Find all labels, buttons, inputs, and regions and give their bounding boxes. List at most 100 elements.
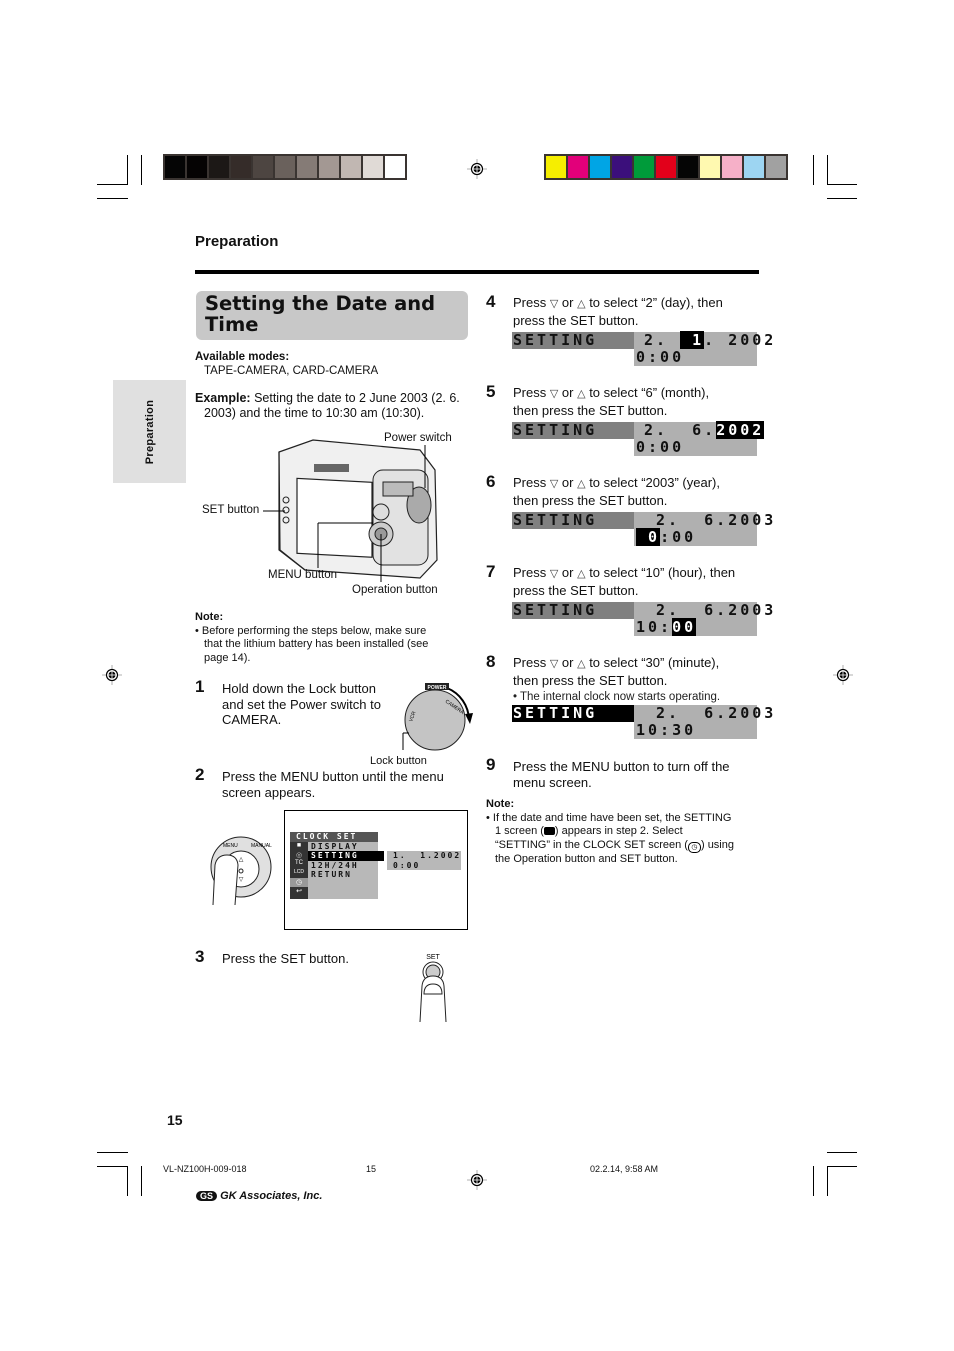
svg-text:△: △ bbox=[239, 857, 244, 863]
footer-page: 15 bbox=[366, 1164, 377, 1174]
menu-item-return[interactable]: RETURN bbox=[308, 870, 378, 879]
set-label: SET bbox=[426, 954, 440, 961]
menu-items: DISPLAY SETTING 12H/24H RETURN bbox=[308, 842, 384, 899]
lcd-setting-label: SETTING bbox=[512, 601, 634, 619]
side-tab-label: Preparation bbox=[143, 399, 156, 464]
color-swatch bbox=[678, 156, 698, 178]
example-label: Example: bbox=[195, 391, 251, 405]
color-swatch bbox=[744, 156, 764, 178]
color-swatch-bar bbox=[544, 154, 788, 180]
lcd-date-time: 2. 6.2003 10:00 bbox=[634, 601, 773, 636]
color-swatch bbox=[590, 156, 610, 178]
lcd-date-time: 2. 6.2003 0:00 bbox=[634, 511, 773, 546]
color-swatch bbox=[634, 156, 654, 178]
note-already-set: Note: • If the date and time have been s… bbox=[486, 798, 734, 865]
camera-icon: ■ bbox=[296, 842, 302, 849]
lcd-setting-label: SETTING bbox=[512, 511, 634, 529]
step-2-text: Press the MENU button until the menu scre… bbox=[222, 769, 444, 800]
page-title-box: Setting the Date and Time bbox=[196, 291, 468, 340]
setting-lcd-display: SETTING 2. 6.2003 0:00 bbox=[512, 511, 773, 546]
camera-icon bbox=[543, 827, 555, 835]
color-swatch bbox=[546, 156, 566, 178]
menu-item-display[interactable]: DISPLAY bbox=[308, 842, 378, 851]
registration-mark-icon bbox=[833, 665, 853, 685]
setting-lcd-display: SETTING 2. 6.2003 10:30 bbox=[512, 704, 773, 739]
clock-icon: ◷ bbox=[687, 841, 701, 853]
lcd-date-time: 2. 6.2003 10:30 bbox=[634, 704, 773, 739]
gray-swatch bbox=[253, 156, 273, 178]
lcd-icon: LCD bbox=[293, 869, 304, 875]
modes-value: TAPE-CAMERA, CARD-CAMERA bbox=[204, 364, 379, 377]
gray-swatch bbox=[341, 156, 361, 178]
operation-dial-illustration: △ ▽ MENU MANUAL bbox=[210, 836, 272, 906]
footer-company: GS GK Associates, Inc. bbox=[196, 1190, 322, 1202]
gray-swatch bbox=[275, 156, 295, 178]
step-3-text: Press the SET button. bbox=[222, 951, 349, 966]
step-9-text: Press the MENU button to turn off the men… bbox=[513, 759, 730, 790]
gray-swatch bbox=[297, 156, 317, 178]
setting-lcd-display: SETTING 2. 6.2002 0:00 bbox=[512, 421, 765, 456]
step-number: 8 bbox=[486, 652, 496, 671]
up-arrow-icon: △ bbox=[577, 568, 586, 580]
gray-swatch bbox=[209, 156, 229, 178]
step-number: 3 bbox=[195, 947, 205, 966]
lcd-time: 10:30 bbox=[636, 721, 697, 739]
registration-mark-icon bbox=[467, 159, 487, 179]
footer-doc-id: VL-NZ100H-009-018 bbox=[163, 1164, 247, 1174]
up-arrow-icon: △ bbox=[577, 388, 586, 400]
header-rule bbox=[195, 270, 759, 274]
lcd-date: 2. 6.2003 bbox=[644, 601, 777, 619]
up-arrow-icon: △ bbox=[577, 298, 586, 310]
step-number: 1 bbox=[195, 677, 205, 696]
setting-lcd-display: SETTING 2. 1. 2002 0:00 bbox=[512, 331, 773, 366]
color-swatch bbox=[612, 156, 632, 178]
lcd-date: 2. 6.2003 bbox=[644, 511, 777, 529]
step-6-text: Press ▽ or △ to select “2003” (year), th… bbox=[513, 475, 720, 508]
menu-item-setting[interactable]: SETTING bbox=[308, 851, 384, 861]
lcd-date-time: 2. 1. 2002 0:00 bbox=[634, 331, 773, 366]
setting-lcd-display: SETTING 2. 6.2003 10:00 bbox=[512, 601, 773, 636]
step-4-text: Press ▽ or △ to select “2” (day), then p… bbox=[513, 295, 723, 328]
menu-item-12h24h[interactable]: 12H/24H bbox=[308, 861, 378, 870]
side-tab: Preparation bbox=[113, 380, 186, 483]
lcd-setting-label: SETTING bbox=[512, 331, 634, 349]
lcd-time: 0:00 bbox=[636, 528, 697, 546]
lcd-time: 10:00 bbox=[636, 618, 697, 636]
color-swatch bbox=[568, 156, 588, 178]
gray-swatch bbox=[231, 156, 251, 178]
card-icon: ◎ bbox=[295, 852, 303, 859]
up-arrow-icon: △ bbox=[577, 478, 586, 490]
registration-mark-icon bbox=[102, 665, 122, 685]
gray-swatch bbox=[187, 156, 207, 178]
set-button-label: SET button bbox=[202, 504, 260, 516]
available-modes: Available modes: TAPE-CAMERA, CARD-CAMER… bbox=[195, 351, 378, 378]
step-8-text: Press ▽ or △ to select “30” (minute), th… bbox=[513, 655, 721, 703]
menu-title: CLOCK SET bbox=[290, 832, 378, 842]
step-5-text: Press ▽ or △ to select “6” (month), then… bbox=[513, 385, 710, 418]
svg-text:▽: ▽ bbox=[239, 877, 244, 883]
step-number: 9 bbox=[486, 755, 496, 774]
tc-icon: TC bbox=[295, 860, 303, 866]
step-1-text: Hold down the Lock button and set the Pow… bbox=[222, 681, 381, 727]
up-arrow-icon: △ bbox=[577, 658, 586, 670]
menu-dial-label: MENU bbox=[223, 843, 238, 849]
set-press-figure: SET bbox=[412, 950, 452, 1025]
lcd-time: 0:00 bbox=[636, 348, 685, 366]
camera-figure: Power switch SET button MENU button Oper… bbox=[195, 430, 465, 600]
step-number: 2 bbox=[195, 765, 205, 784]
step-number: 4 bbox=[486, 292, 496, 311]
lcd-setting-label: SETTING bbox=[512, 421, 634, 439]
step-number: 5 bbox=[486, 382, 496, 401]
operation-button-label: Operation button bbox=[352, 584, 438, 596]
clock-icon: ◷ bbox=[290, 878, 308, 887]
page-number: 15 bbox=[167, 1112, 183, 1128]
power-label: POWER bbox=[428, 685, 447, 691]
lcd-setting-label: SETTING bbox=[512, 704, 634, 722]
lock-button-label: Lock button bbox=[370, 755, 427, 767]
manual-dial-label: MANUAL bbox=[251, 843, 272, 849]
gray-swatch bbox=[165, 156, 185, 178]
registration-mark-icon bbox=[467, 1170, 487, 1190]
menu-icon-column: ■ ◎ TC LCD ◷ ↩ bbox=[290, 842, 308, 899]
page-title: Setting the Date and Time bbox=[205, 292, 436, 336]
note-prerequisite: Note: • Before performing the steps belo… bbox=[195, 611, 429, 664]
